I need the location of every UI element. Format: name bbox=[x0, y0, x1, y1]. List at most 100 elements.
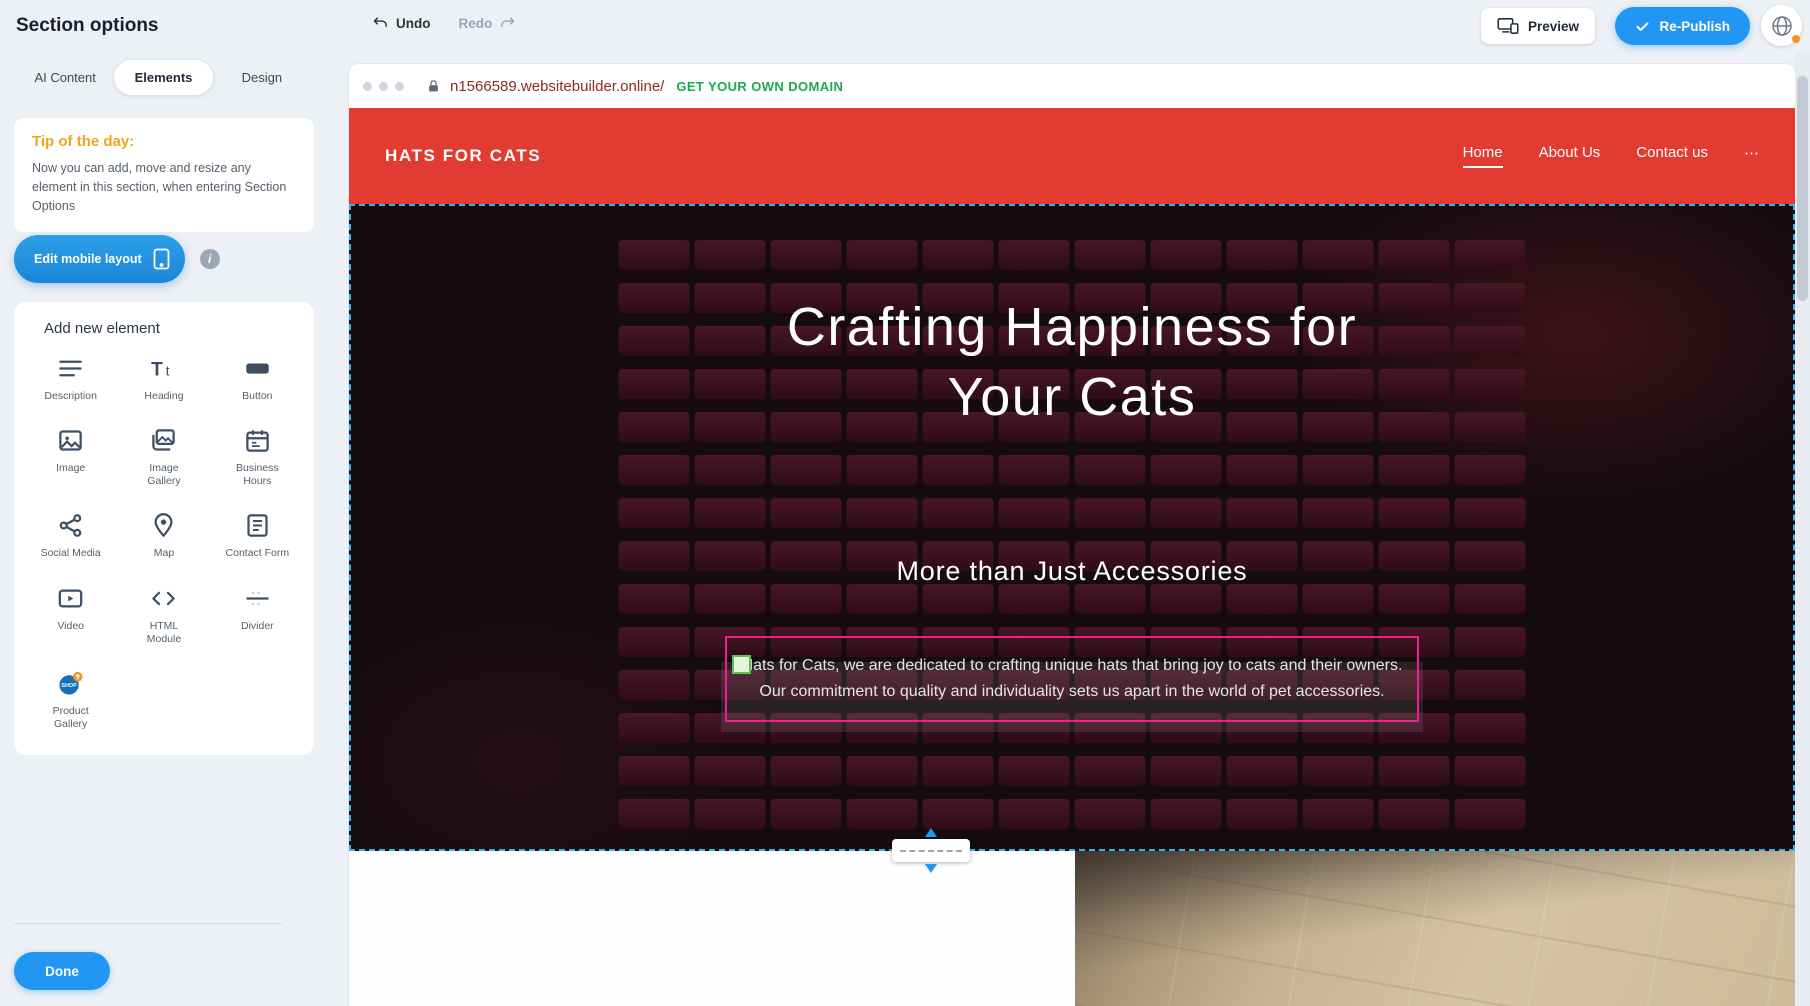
element-map[interactable]: Map bbox=[117, 512, 210, 560]
republish-button[interactable]: Re-Publish bbox=[1615, 7, 1750, 45]
edit-mobile-layout-label: Edit mobile layout bbox=[34, 252, 142, 266]
element-video[interactable]: Video bbox=[24, 585, 117, 646]
svg-text:t: t bbox=[166, 363, 170, 378]
tip-title: Tip of the day: bbox=[32, 133, 296, 150]
site-url: n1566589.websitebuilder.online/ bbox=[450, 78, 664, 95]
hero-tile bbox=[1455, 498, 1526, 528]
hero-section[interactable]: Crafting Happiness for Your Cats More th… bbox=[349, 204, 1795, 851]
element-divider[interactable]: Divider bbox=[211, 585, 304, 646]
element-label: Business Hours bbox=[225, 462, 289, 488]
element-contact-form[interactable]: Contact Form bbox=[211, 512, 304, 560]
element-label: Map bbox=[154, 547, 174, 560]
undo-button[interactable]: Undo bbox=[372, 15, 431, 32]
hero-tile bbox=[923, 240, 994, 270]
hero-tile bbox=[1151, 240, 1222, 270]
hero-tile bbox=[923, 584, 994, 614]
element-label: Button bbox=[242, 390, 272, 403]
tab-ai-content[interactable]: AI Content bbox=[16, 60, 114, 95]
description-element-selected[interactable]: Hats for Cats, we are dedicated to craft… bbox=[725, 636, 1419, 722]
get-domain-link[interactable]: GET YOUR OWN DOMAIN bbox=[676, 79, 843, 94]
done-button[interactable]: Done bbox=[14, 952, 110, 990]
hero-tile bbox=[1227, 799, 1298, 829]
hero-tile bbox=[1455, 240, 1526, 270]
svg-text:T: T bbox=[152, 359, 164, 380]
hero-tile bbox=[1227, 455, 1298, 485]
tab-elements[interactable]: Elements bbox=[114, 60, 212, 95]
sidebar: AI Content Elements Design Tip of the da… bbox=[0, 52, 340, 1006]
element-label: Contact Form bbox=[226, 547, 290, 560]
hero-tile bbox=[619, 584, 690, 614]
element-button[interactable]: Button bbox=[211, 355, 304, 403]
hero-tile bbox=[1227, 756, 1298, 786]
language-button[interactable] bbox=[1761, 5, 1802, 46]
hero-tile bbox=[923, 498, 994, 528]
hero-tile bbox=[1303, 756, 1374, 786]
element-social-media[interactable]: Social Media bbox=[24, 512, 117, 560]
element-image-gallery[interactable]: Image Gallery bbox=[117, 427, 210, 488]
hero-tile bbox=[619, 670, 690, 700]
hero-tile bbox=[1455, 627, 1526, 657]
mobile-layout-row: Edit mobile layout i bbox=[14, 235, 220, 283]
hero-tile bbox=[923, 756, 994, 786]
scrollbar-thumb[interactable] bbox=[1797, 76, 1808, 301]
hero-tile bbox=[1151, 799, 1222, 829]
element-html-module[interactable]: HTML Module bbox=[117, 585, 210, 646]
hero-tile bbox=[1379, 756, 1450, 786]
hero-tile bbox=[847, 799, 918, 829]
svg-text:SHOP: SHOP bbox=[62, 683, 78, 689]
window-dot bbox=[379, 82, 388, 91]
hero-tile bbox=[1303, 240, 1374, 270]
hero-tile bbox=[1075, 799, 1146, 829]
hero-tile bbox=[847, 498, 918, 528]
edit-mobile-layout-button[interactable]: Edit mobile layout bbox=[14, 235, 185, 283]
hero-tile bbox=[1075, 455, 1146, 485]
add-element-card: Add new element DescriptionTtHeading Butt… bbox=[14, 302, 314, 755]
hero-tile bbox=[695, 756, 766, 786]
hero-tile bbox=[619, 713, 690, 743]
hero-tile bbox=[619, 627, 690, 657]
redo-button[interactable]: Redo bbox=[459, 15, 517, 32]
nav-item-more[interactable]: ⋯ bbox=[1744, 144, 1759, 169]
hero-tile bbox=[1303, 584, 1374, 614]
hero-tile bbox=[619, 756, 690, 786]
hero-tile bbox=[1303, 455, 1374, 485]
hero-tile bbox=[1303, 799, 1374, 829]
hero-tile bbox=[619, 498, 690, 528]
hero-tile bbox=[619, 799, 690, 829]
heading-icon: Tt bbox=[150, 355, 177, 382]
element-business-hours[interactable]: Business Hours bbox=[211, 427, 304, 488]
hero-tile bbox=[1379, 455, 1450, 485]
resize-arrow-up-icon bbox=[925, 828, 937, 837]
sidebar-divider bbox=[14, 923, 282, 924]
hero-tile bbox=[771, 799, 842, 829]
hero-tile bbox=[695, 584, 766, 614]
tab-design[interactable]: Design bbox=[213, 60, 311, 95]
hero-tile bbox=[923, 455, 994, 485]
add-element-title: Add new element bbox=[24, 320, 304, 337]
hero-tile bbox=[619, 240, 690, 270]
nav-item-home[interactable]: Home bbox=[1463, 144, 1503, 168]
topbar: Section options Undo Redo Preview Re-Pub… bbox=[0, 0, 1810, 52]
site-canvas: HATS FOR CATS Home About Us Contact us ⋯ Cr… bbox=[349, 108, 1795, 1006]
contact-form-icon bbox=[244, 512, 271, 539]
section-resize-handle[interactable] bbox=[892, 839, 970, 862]
element-image[interactable]: Image bbox=[24, 427, 117, 488]
element-description[interactable]: Description bbox=[24, 355, 117, 403]
info-icon[interactable]: i bbox=[200, 249, 220, 269]
preview-button[interactable]: Preview bbox=[1481, 8, 1595, 44]
site-logo[interactable]: HATS FOR CATS bbox=[385, 146, 541, 166]
hero-tile bbox=[999, 799, 1070, 829]
element-product-gallery[interactable]: SHOPProduct Gallery bbox=[24, 670, 117, 731]
html-module-icon bbox=[150, 585, 177, 612]
hero-tile bbox=[999, 240, 1070, 270]
window-dot bbox=[363, 82, 372, 91]
image-icon bbox=[57, 427, 84, 454]
preview-devices-icon bbox=[1497, 17, 1519, 35]
phone-icon bbox=[153, 248, 170, 270]
page-scrollbar[interactable] bbox=[1795, 52, 1810, 1006]
nav-item-contact-us[interactable]: Contact us bbox=[1636, 144, 1708, 168]
nav-item-about-us[interactable]: About Us bbox=[1539, 144, 1601, 168]
element-drag-handle[interactable] bbox=[732, 655, 751, 674]
hero-tile bbox=[1455, 756, 1526, 786]
element-heading[interactable]: TtHeading bbox=[117, 355, 210, 403]
